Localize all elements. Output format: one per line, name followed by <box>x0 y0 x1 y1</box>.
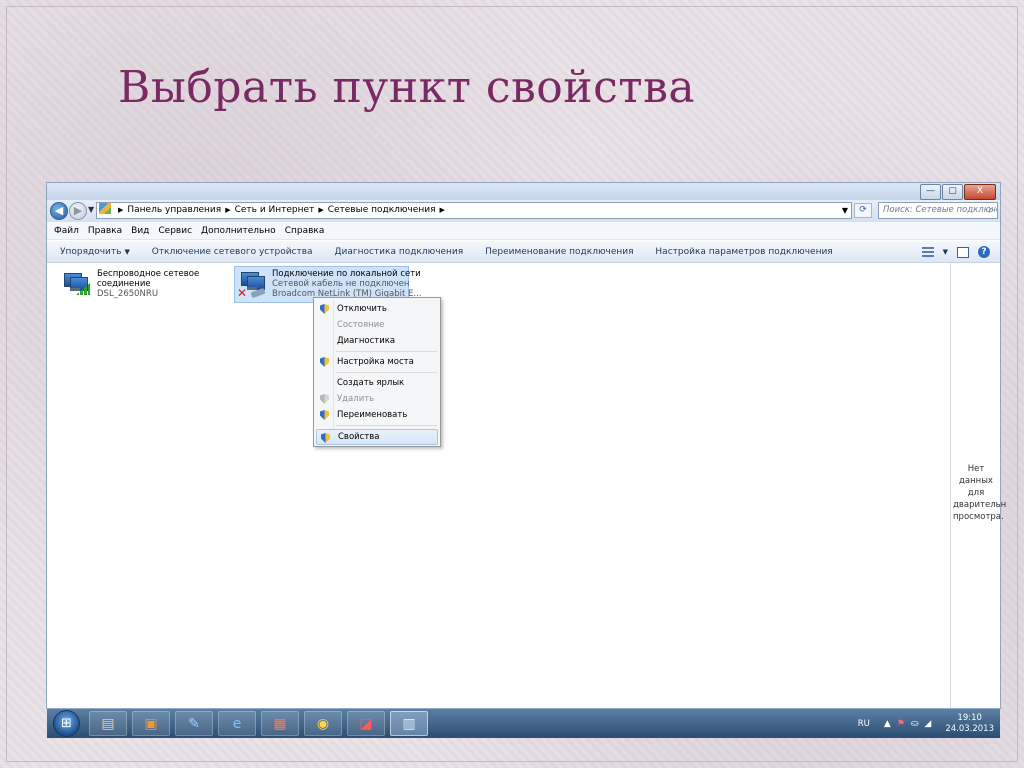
chrome-icon[interactable]: ◉ <box>304 711 342 736</box>
taskbar: ⊞ ▤ ▣ ✎ e ▦ ◉ ◪ ▥ RU ▲ ⚑ ⛀ ◢ 19:10 24.03… <box>47 708 1000 738</box>
volume-icon[interactable]: ◢ <box>924 719 931 729</box>
action-center-icon[interactable]: ⚑ <box>897 719 905 729</box>
recent-pages-caret-icon[interactable]: ▼ <box>88 205 94 214</box>
menu-advanced[interactable]: Дополнительно <box>201 222 276 239</box>
connections-list: Беспроводное сетевое соединение DSL_2650… <box>47 263 949 708</box>
menu-item-properties[interactable]: Свойства <box>316 429 438 445</box>
menu-item-disable[interactable]: Отключить <box>316 301 438 317</box>
maximize-button[interactable]: ▢ <box>942 184 963 200</box>
preview-empty-text: Нет данных для дварительн просмотра. <box>953 464 1007 522</box>
title-bar[interactable]: — ▢ X <box>47 183 1000 200</box>
change-settings-button[interactable]: Настройка параметров подключения <box>655 247 832 257</box>
menu-divider <box>336 372 437 373</box>
control-panel-icon[interactable]: ▥ <box>390 711 428 736</box>
rename-connection-button[interactable]: Переименование подключения <box>485 247 633 257</box>
help-icon[interactable]: ? <box>978 246 990 258</box>
menu-item-label: Переименовать <box>337 410 408 420</box>
uac-shield-icon <box>320 394 329 404</box>
network-connections-window: — ▢ X ◀ ▶ ▼ ▶ Панель управления ▶ Сеть и Ин… <box>47 183 1007 708</box>
menu-tools[interactable]: Сервис <box>158 222 192 239</box>
clock-date: 24.03.2013 <box>945 724 994 734</box>
powerpoint-icon[interactable]: ▦ <box>261 711 299 736</box>
forward-button[interactable]: ▶ <box>69 202 87 220</box>
breadcrumb-network-internet[interactable]: Сеть и Интернет <box>235 205 315 215</box>
uac-shield-icon <box>320 410 329 420</box>
connection-network: DSL_2650NRU <box>97 289 159 299</box>
chevron-right-icon[interactable]: ▶ <box>225 206 230 214</box>
paint-icon[interactable]: ✎ <box>175 711 213 736</box>
organize-label: Упорядочить <box>60 247 122 257</box>
menu-file[interactable]: Файл <box>54 222 79 239</box>
wireless-network-icon <box>60 271 94 301</box>
menu-bar: Файл Правка Вид Сервис Дополнительно Спр… <box>47 222 1000 240</box>
menu-item-diagnose[interactable]: Диагностика <box>316 333 438 349</box>
menu-item-rename[interactable]: Переименовать <box>316 407 438 423</box>
menu-item-label: Настройка моста <box>337 357 414 367</box>
ie-icon[interactable]: e <box>218 711 256 736</box>
search-placeholder: Поиск: Сетевые подключения <box>883 205 997 215</box>
connection-name-cont: соединение <box>97 279 151 289</box>
network-status-icon[interactable]: ⛀ <box>911 719 919 729</box>
control-panel-icon <box>99 203 111 214</box>
menu-help[interactable]: Справка <box>285 222 325 239</box>
chevron-right-icon[interactable]: ▶ <box>118 206 123 214</box>
start-button[interactable]: ⊞ <box>53 710 80 737</box>
show-hidden-icons-icon[interactable]: ▲ <box>884 719 891 729</box>
back-button[interactable]: ◀ <box>50 202 68 220</box>
language-indicator[interactable]: RU <box>858 719 870 729</box>
menu-item-label: Свойства <box>338 432 380 442</box>
connection-status: Сетевой кабель не подключен <box>272 279 410 289</box>
menu-divider <box>336 425 437 426</box>
change-view-icon[interactable] <box>921 247 934 257</box>
menu-edit[interactable]: Правка <box>88 222 122 239</box>
uac-shield-icon <box>321 433 330 443</box>
wireless-connection-item[interactable]: Беспроводное сетевое соединение DSL_2650… <box>60 269 230 309</box>
context-menu: Отключить Состояние Диагностика Настройк… <box>313 297 441 447</box>
menu-item-label: Диагностика <box>337 336 396 346</box>
clock-time: 19:10 <box>957 713 982 723</box>
close-button[interactable]: X <box>964 184 996 200</box>
refresh-button[interactable]: ⟳ <box>854 203 872 218</box>
command-bar: Упорядочить ▼ Отключение сетевого устройс… <box>47 241 1000 263</box>
address-field[interactable]: ▶ Панель управления ▶ Сеть и Интернет ▶ Сетев… <box>96 202 852 219</box>
disable-device-button[interactable]: Отключение сетевого устройства <box>152 247 313 257</box>
menu-item-bridge[interactable]: Настройка моста <box>316 354 438 370</box>
chevron-down-icon: ▼ <box>124 248 130 256</box>
menu-item-label: Удалить <box>337 394 375 404</box>
clock[interactable]: 19:10 24.03.2013 <box>945 713 994 735</box>
chevron-right-icon[interactable]: ▶ <box>318 206 323 214</box>
address-dropdown-icon[interactable]: ▼ <box>842 203 848 218</box>
menu-view[interactable]: Вид <box>131 222 149 239</box>
menu-item-label: Состояние <box>337 320 385 330</box>
chevron-down-icon[interactable]: ▼ <box>943 241 948 263</box>
acrobat-icon[interactable]: ◪ <box>347 711 385 736</box>
preview-pane-icon[interactable] <box>957 246 969 258</box>
menu-item-label: Отключить <box>337 304 387 314</box>
diagnose-connection-button[interactable]: Диагностика подключения <box>334 247 463 257</box>
lan-network-icon: ✕ <box>237 270 271 300</box>
menu-item-status: Состояние <box>316 317 438 333</box>
breadcrumb-network-connections[interactable]: Сетевые подключения <box>328 205 436 215</box>
breadcrumb-control-panel[interactable]: Панель управления <box>127 205 221 215</box>
slide-title: Выбрать пункт свойства <box>118 62 696 113</box>
connection-name: Беспроводное сетевое <box>97 269 200 279</box>
menu-item-shortcut[interactable]: Создать ярлык <box>316 375 438 391</box>
menu-item-label: Создать ярлык <box>337 378 405 388</box>
chevron-right-icon[interactable]: ▶ <box>440 206 445 214</box>
connection-name: Подключение по локальной сети <box>272 269 421 279</box>
menu-item-delete: Удалить <box>316 391 438 407</box>
explorer-icon[interactable]: ▤ <box>89 711 127 736</box>
disconnected-x-icon: ✕ <box>237 286 248 300</box>
media-player-icon[interactable]: ▣ <box>132 711 170 736</box>
preview-pane: Нет данных для дварительн просмотра. <box>950 263 1007 708</box>
uac-shield-icon <box>320 357 329 367</box>
search-icon[interactable]: ⌕ <box>988 203 994 218</box>
system-tray: RU ▲ ⚑ ⛀ ◢ 19:10 24.03.2013 <box>858 709 994 739</box>
uac-shield-icon <box>320 304 329 314</box>
search-input[interactable]: Поиск: Сетевые подключения ⌕ <box>878 202 998 219</box>
menu-divider <box>336 351 437 352</box>
minimize-button[interactable]: — <box>920 184 941 200</box>
address-bar: ◀ ▶ ▼ ▶ Панель управления ▶ Сеть и Интернет… <box>47 200 1000 222</box>
organize-button[interactable]: Упорядочить ▼ <box>60 247 130 257</box>
